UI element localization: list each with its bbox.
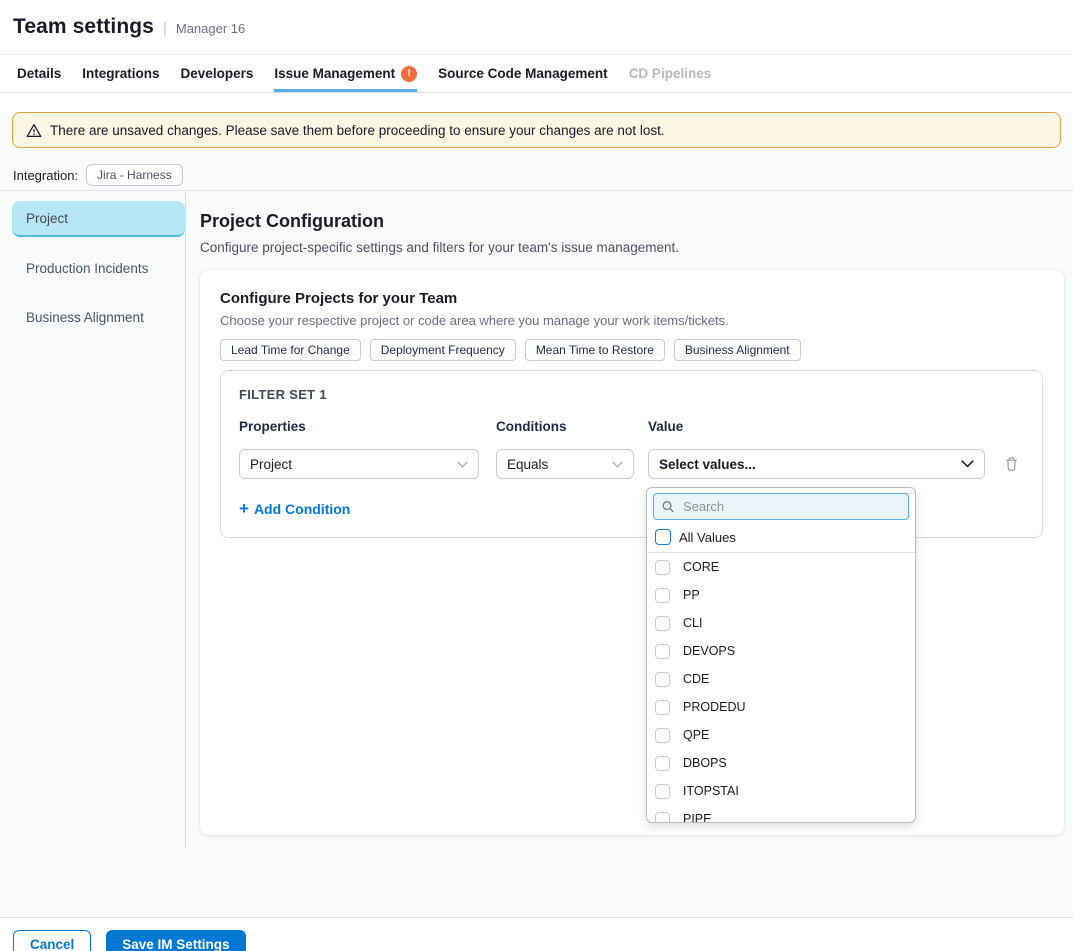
unsaved-alert-badge-icon: ! <box>401 66 417 82</box>
dropdown-search-box <box>653 493 909 520</box>
all-values-label: All Values <box>679 530 736 545</box>
settings-tab-bar: Details Integrations Developers Issue Ma… <box>0 55 1073 93</box>
option-pipe[interactable]: PIPE <box>647 805 915 823</box>
value-select-dropdown: All Values CORE PP CLI DEVOPS CDE PRODED… <box>646 487 916 823</box>
tab-integrations[interactable]: Integrations <box>82 55 159 92</box>
add-condition-button[interactable]: + Add Condition <box>239 500 350 517</box>
option-cli[interactable]: CLI <box>647 609 915 637</box>
select-all-values-row[interactable]: All Values <box>647 524 915 553</box>
filter-set-title: FILTER SET 1 <box>239 387 1024 402</box>
integration-row: Integration: Jira - Harness <box>13 163 1073 187</box>
option-prodedu[interactable]: PRODEDU <box>647 693 915 721</box>
sidebar-item-business-alignment[interactable]: Business Alignment <box>12 299 185 335</box>
plus-icon: + <box>239 500 249 517</box>
sidebar-item-project[interactable]: Project <box>12 201 185 237</box>
option-itopstai[interactable]: ITOPSTAI <box>647 777 915 805</box>
cancel-button[interactable]: Cancel <box>13 930 91 951</box>
option-checkbox[interactable] <box>655 616 670 631</box>
tag-deployment-frequency: Deployment Frequency <box>370 339 516 361</box>
tag-lead-time-for-change: Lead Time for Change <box>220 339 361 361</box>
tab-cd-pipelines: CD Pipelines <box>629 55 712 92</box>
card-subtitle: Choose your respective project or code a… <box>220 313 1044 328</box>
title-separator: | <box>163 18 167 37</box>
chevron-down-icon <box>612 461 623 468</box>
config-sidebar: Project Production Incidents Business Al… <box>0 191 186 848</box>
option-checkbox[interactable] <box>655 560 670 575</box>
option-checkbox[interactable] <box>655 644 670 659</box>
option-checkbox[interactable] <box>655 812 670 824</box>
metric-tags: Lead Time for Change Deployment Frequenc… <box>220 339 1044 361</box>
tab-issue-management[interactable]: Issue Management ! <box>274 55 417 92</box>
value-column-label: Value <box>648 419 985 434</box>
option-dbops[interactable]: DBOPS <box>647 749 915 777</box>
section-subtitle: Configure project-specific settings and … <box>200 240 1073 255</box>
tab-developers[interactable]: Developers <box>181 55 254 92</box>
integration-label: Integration: <box>13 168 78 183</box>
option-devops[interactable]: DEVOPS <box>647 637 915 665</box>
tab-details[interactable]: Details <box>17 55 61 92</box>
dropdown-search-input[interactable] <box>681 498 900 515</box>
filter-column-headers: Properties Conditions Value <box>239 419 1024 434</box>
banner-text: There are unsaved changes. Please save t… <box>50 123 665 138</box>
warning-icon <box>26 123 42 138</box>
page-subtitle: Manager 16 <box>176 18 245 36</box>
search-icon <box>662 500 674 513</box>
section-title: Project Configuration <box>200 211 1073 232</box>
card-title: Configure Projects for your Team <box>220 290 1044 307</box>
tab-source-code-management[interactable]: Source Code Management <box>438 55 608 92</box>
tag-mean-time-to-restore: Mean Time to Restore <box>525 339 665 361</box>
option-core[interactable]: CORE <box>647 553 915 581</box>
unsaved-changes-banner: There are unsaved changes. Please save t… <box>12 112 1061 148</box>
value-multiselect[interactable]: Select values... <box>648 449 985 479</box>
option-qpe[interactable]: QPE <box>647 721 915 749</box>
option-checkbox[interactable] <box>655 588 670 603</box>
chevron-down-icon <box>961 460 974 468</box>
filter-set-1: FILTER SET 1 Properties Conditions Value… <box>220 370 1043 538</box>
footer-action-bar: Cancel Save IM Settings <box>0 917 1073 951</box>
configure-projects-card: Configure Projects for your Team Choose … <box>200 270 1064 835</box>
page-title: Team settings <box>13 15 154 39</box>
option-cde[interactable]: CDE <box>647 665 915 693</box>
properties-select[interactable]: Project <box>239 449 479 479</box>
delete-condition-button[interactable] <box>1004 456 1019 472</box>
team-settings-page: Team settings | Manager 16 Details Integ… <box>0 0 1073 951</box>
main-panel: Project Configuration Configure project-… <box>186 191 1073 897</box>
integration-chip[interactable]: Jira - Harness <box>86 164 183 186</box>
sidebar-item-production-incidents[interactable]: Production Incidents <box>12 250 185 286</box>
trash-icon <box>1004 456 1019 472</box>
conditions-select[interactable]: Equals <box>496 449 634 479</box>
conditions-column-label: Conditions <box>496 419 634 434</box>
option-pp[interactable]: PP <box>647 581 915 609</box>
filter-condition-row: Project Equals Select values... <box>239 449 1024 479</box>
chevron-down-icon <box>457 461 468 468</box>
tag-business-alignment: Business Alignment <box>674 339 801 361</box>
save-im-settings-button[interactable]: Save IM Settings <box>106 930 245 951</box>
page-header: Team settings | Manager 16 <box>0 0 1073 55</box>
option-checkbox[interactable] <box>655 756 670 771</box>
option-checkbox[interactable] <box>655 728 670 743</box>
dropdown-search-wrap <box>647 488 915 524</box>
all-values-checkbox[interactable] <box>655 529 671 545</box>
option-checkbox[interactable] <box>655 700 670 715</box>
properties-column-label: Properties <box>239 419 479 434</box>
option-checkbox[interactable] <box>655 672 670 687</box>
option-checkbox[interactable] <box>655 784 670 799</box>
